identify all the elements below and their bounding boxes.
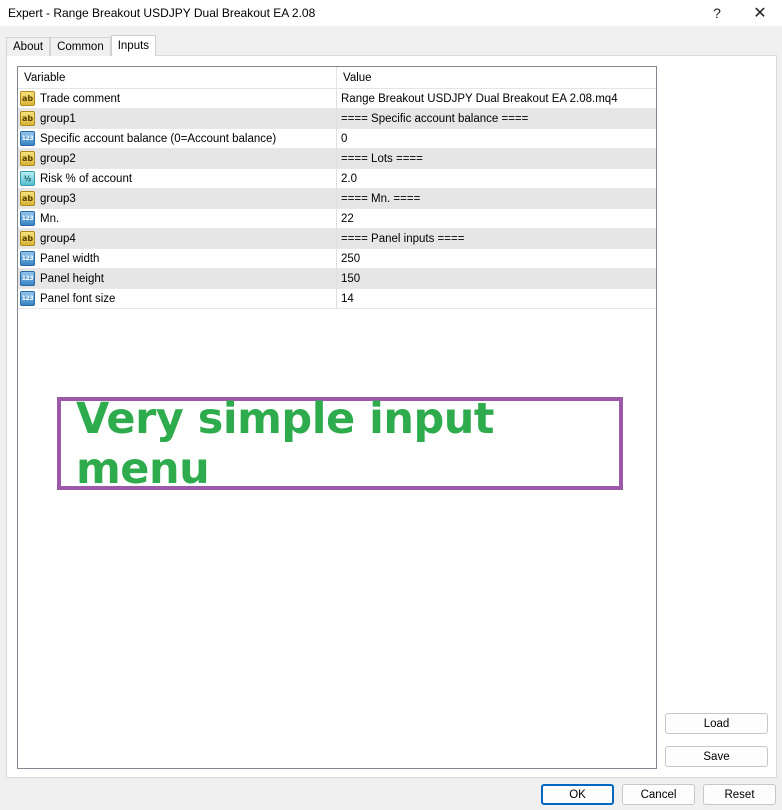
tab-bar: About Common Inputs: [6, 35, 157, 56]
variable-cell: 123 Specific account balance (0=Account b…: [18, 128, 337, 149]
grid-rows: ab Trade comment Range Breakout USDJPY Dua…: [18, 88, 656, 309]
grid-header: Variable Value: [18, 67, 656, 89]
table-row[interactable]: 123 Panel font size 14: [18, 288, 656, 309]
column-header-value[interactable]: Value: [337, 67, 656, 89]
variable-name: group1: [40, 112, 76, 125]
string-type-icon: ab: [20, 151, 35, 166]
value-cell[interactable]: ==== Panel inputs ====: [337, 229, 656, 249]
variable-name: Trade comment: [40, 92, 121, 105]
value-cell[interactable]: 150: [337, 269, 656, 289]
variable-name: Panel font size: [40, 292, 116, 305]
table-row[interactable]: 123 Mn. 22: [18, 208, 656, 229]
variable-name: group3: [40, 192, 76, 205]
value-cell[interactable]: 14: [337, 289, 656, 309]
cancel-button[interactable]: Cancel: [622, 784, 695, 805]
table-row[interactable]: 123 Panel width 250: [18, 248, 656, 269]
variable-cell: ab group1: [18, 108, 337, 129]
variable-name: Panel height: [40, 272, 104, 285]
variable-cell: ab group2: [18, 148, 337, 169]
variable-name: Risk % of account: [40, 172, 133, 185]
variable-name: group2: [40, 152, 76, 165]
string-type-icon: ab: [20, 91, 35, 106]
variable-name: group4: [40, 232, 76, 245]
variable-cell: 123 Panel font size: [18, 288, 337, 309]
table-row[interactable]: ½ Risk % of account 2.0: [18, 168, 656, 189]
variable-cell: 123 Mn.: [18, 208, 337, 229]
variable-cell: ab group4: [18, 228, 337, 249]
string-type-icon: ab: [20, 111, 35, 126]
value-cell[interactable]: Range Breakout USDJPY Dual Breakout EA 2…: [337, 89, 656, 109]
reset-button[interactable]: Reset: [703, 784, 776, 805]
string-type-icon: ab: [20, 231, 35, 246]
column-header-variable[interactable]: Variable: [18, 67, 337, 89]
value-cell[interactable]: 22: [337, 209, 656, 229]
table-row[interactable]: ab group3 ==== Mn. ====: [18, 188, 656, 209]
value-cell[interactable]: 2.0: [337, 169, 656, 189]
close-button[interactable]: ✕: [740, 0, 780, 26]
integer-type-icon: 123: [20, 211, 35, 226]
variable-cell: 123 Panel width: [18, 248, 337, 269]
callout-text: Very simple input menu: [76, 393, 494, 494]
ok-button[interactable]: OK: [541, 784, 614, 805]
window-title: Expert - Range Breakout USDJPY Dual Brea…: [8, 6, 316, 20]
title-bar: Expert - Range Breakout USDJPY Dual Brea…: [0, 0, 782, 26]
integer-type-icon: 123: [20, 271, 35, 286]
value-cell[interactable]: ==== Lots ====: [337, 149, 656, 169]
integer-type-icon: 123: [20, 291, 35, 306]
help-button[interactable]: ?: [697, 0, 737, 26]
tab-common[interactable]: Common: [50, 37, 111, 56]
table-row[interactable]: ab group2 ==== Lots ====: [18, 148, 656, 169]
table-row[interactable]: ab group4 ==== Panel inputs ====: [18, 228, 656, 249]
table-row[interactable]: 123 Specific account balance (0=Account b…: [18, 128, 656, 149]
integer-type-icon: 123: [20, 131, 35, 146]
value-cell[interactable]: 250: [337, 249, 656, 269]
tab-about[interactable]: About: [6, 37, 51, 56]
tab-inputs[interactable]: Inputs: [110, 35, 157, 56]
variable-cell: ½ Risk % of account: [18, 168, 337, 189]
integer-type-icon: 123: [20, 251, 35, 266]
save-button[interactable]: Save: [665, 746, 768, 767]
value-cell[interactable]: ==== Mn. ====: [337, 189, 656, 209]
value-cell[interactable]: 0: [337, 129, 656, 149]
string-type-icon: ab: [20, 191, 35, 206]
double-type-icon: ½: [20, 171, 35, 186]
close-icon: ✕: [753, 5, 767, 22]
variable-cell: ab group3: [18, 188, 337, 209]
load-button[interactable]: Load: [665, 713, 768, 734]
value-cell[interactable]: ==== Specific account balance ====: [337, 109, 656, 129]
table-row[interactable]: ab Trade comment Range Breakout USDJPY Dua…: [18, 88, 656, 109]
help-icon: ?: [713, 5, 721, 21]
variable-name: Panel width: [40, 252, 100, 265]
variable-cell: 123 Panel height: [18, 268, 337, 289]
table-row[interactable]: 123 Panel height 150: [18, 268, 656, 289]
annotation-callout: Very simple input menu: [57, 394, 623, 494]
variable-name: Specific account balance (0=Account bala…: [40, 132, 277, 145]
variable-cell: ab Trade comment: [18, 88, 337, 109]
table-row[interactable]: ab group1 ==== Specific account balance ==…: [18, 108, 656, 129]
variable-name: Mn.: [40, 212, 60, 225]
